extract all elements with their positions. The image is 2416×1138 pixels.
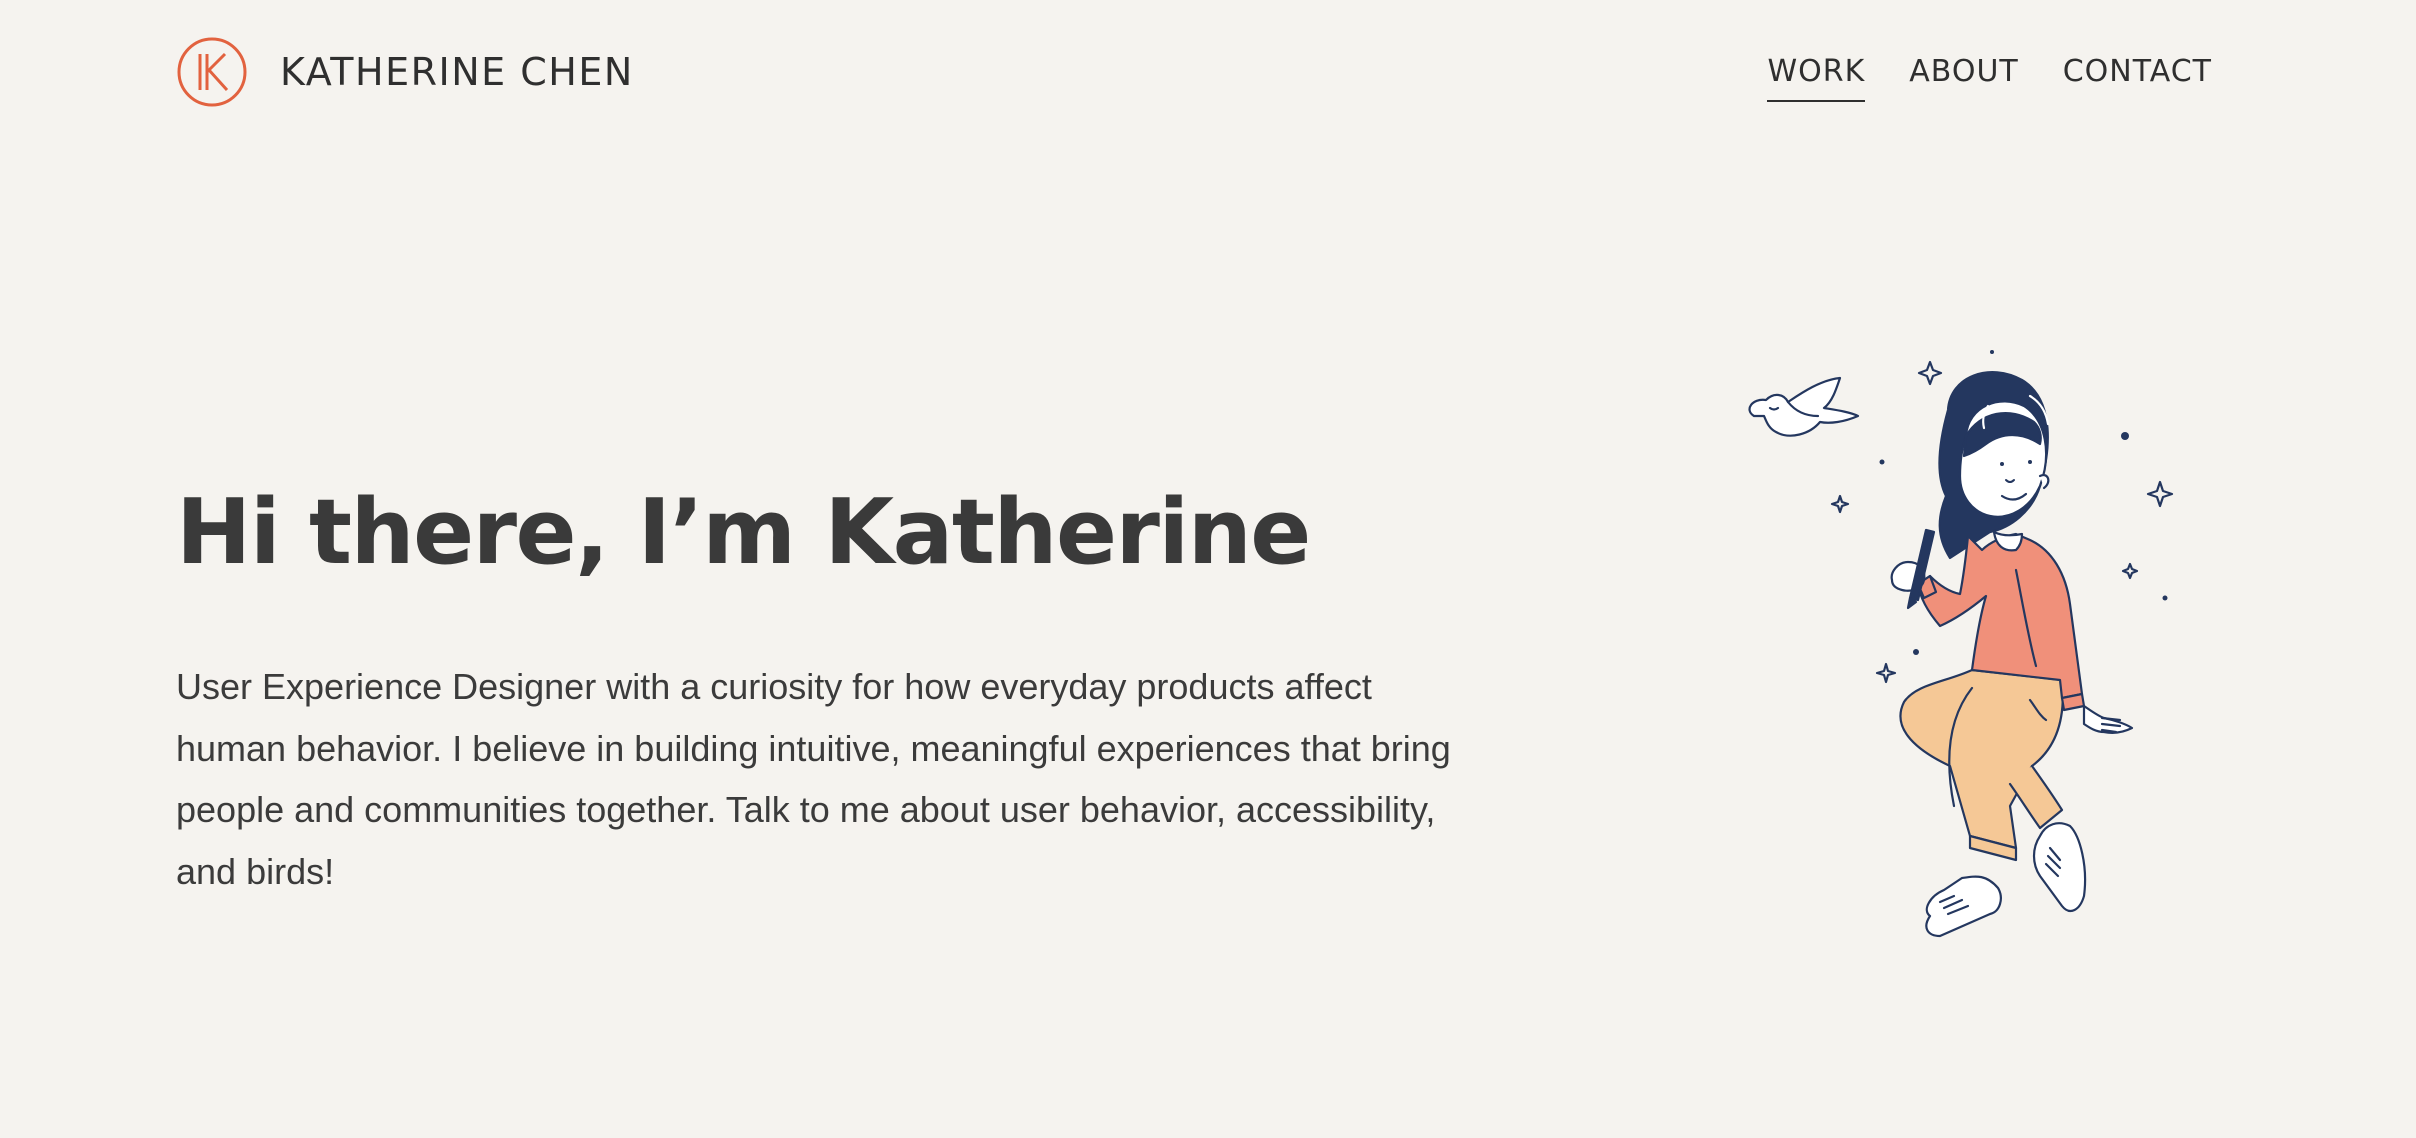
logo-link[interactable] <box>176 36 248 108</box>
k-monogram-icon <box>177 37 247 107</box>
main-nav: WORK ABOUT CONTACT <box>1767 52 2212 102</box>
hero-illustration <box>1740 336 2180 966</box>
nav-contact[interactable]: CONTACT <box>2063 52 2212 102</box>
site-header: KATHERINE CHEN WORK ABOUT CONTACT <box>0 0 2416 150</box>
woman-with-pen-and-bird-icon <box>1748 350 2174 938</box>
nav-about[interactable]: ABOUT <box>1909 52 2018 102</box>
hero-title: Hi there, I’m Katherine <box>176 480 1311 585</box>
hero-description: User Experience Designer with a curiosit… <box>176 666 1451 892</box>
site-name[interactable]: KATHERINE CHEN <box>280 47 634 97</box>
nav-work[interactable]: WORK <box>1767 52 1866 102</box>
